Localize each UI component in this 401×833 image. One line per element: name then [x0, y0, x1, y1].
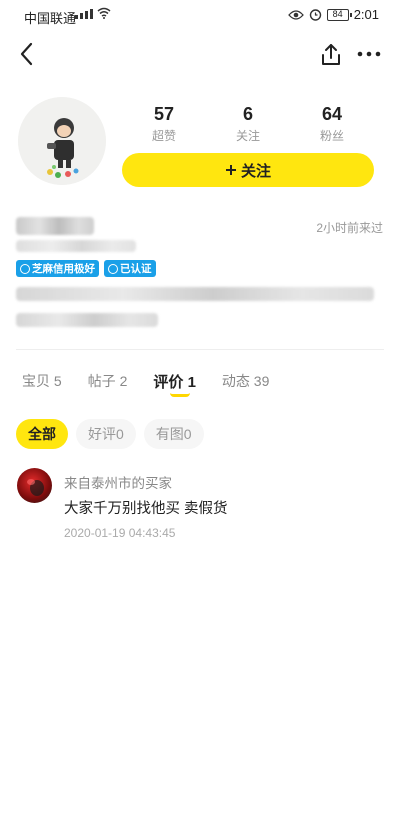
follow-label: 关注 [240, 162, 271, 180]
share-icon[interactable] [319, 42, 343, 68]
verified-badge[interactable]: 已认证 [104, 260, 156, 277]
badge-label: 芝麻信用极好 [32, 263, 95, 275]
reviewer-name: 来自泰州市的买家 [64, 476, 172, 491]
profile-avatar[interactable] [18, 97, 106, 185]
battery-icon: 84 [326, 8, 352, 21]
reviewer-avatar-image [27, 479, 44, 496]
eye-icon [287, 9, 304, 20]
status-bar: 中国联通 84 2:01 [0, 0, 401, 30]
credit-badges: 芝麻信用极好 已认证 [16, 260, 156, 277]
profile-stats: 57 超赞 6 关注 64 粉丝 [122, 104, 374, 144]
stat-likes[interactable]: 57 超赞 [122, 104, 206, 144]
more-options-icon[interactable] [355, 44, 383, 64]
stat-value: 57 [153, 104, 175, 124]
reviewer-avatar[interactable] [17, 468, 52, 503]
content-tabs: 宝贝 5 帖子 2 评价 1 动态 39 [22, 371, 269, 392]
username-blurred [16, 217, 94, 235]
bio-line-1-blurred [16, 287, 374, 301]
review-text: 大家千万别找他买 卖假货 [64, 501, 228, 517]
tab-posts[interactable]: 帖子 2 [88, 371, 128, 392]
section-divider [16, 349, 384, 350]
tab-items[interactable]: 宝贝 5 [22, 371, 62, 392]
sesame-credit-badge[interactable]: 芝麻信用极好 [16, 260, 99, 277]
user-id-blurred [16, 240, 136, 252]
stat-followers[interactable]: 64 粉丝 [290, 104, 374, 144]
stat-value: 64 [321, 104, 343, 124]
filter-with-photos[interactable]: 有图0 [143, 419, 204, 449]
tab-reviews[interactable]: 评价 1 [153, 371, 196, 392]
signal-icon [75, 9, 93, 19]
plus-icon [225, 165, 236, 175]
filter-all[interactable]: 全部 [16, 419, 68, 449]
alarm-icon [309, 9, 321, 21]
review-timestamp: 2020-01-19 04:43:45 [64, 526, 176, 540]
stat-value: 6 [242, 104, 253, 124]
last-seen-text: 2小时前来过 [316, 221, 383, 235]
carrier-name: 中国联通 [24, 11, 77, 26]
avatar-illustration [18, 97, 106, 185]
stat-label: 超赞 [151, 129, 176, 143]
badge-label: 已认证 [120, 263, 152, 275]
bio-line-2-blurred [16, 313, 158, 327]
filter-positive[interactable]: 好评0 [76, 419, 136, 449]
follow-button[interactable]: 关注 [122, 153, 374, 187]
stat-label: 关注 [235, 129, 260, 143]
verified-icon [108, 263, 118, 274]
active-tab-indicator [170, 393, 190, 397]
top-nav [0, 40, 401, 70]
wifi-icon [97, 7, 111, 19]
sesame-credit-icon [20, 263, 30, 274]
stat-label: 粉丝 [319, 129, 344, 143]
stat-following[interactable]: 6 关注 [206, 104, 290, 144]
tab-activity[interactable]: 动态 39 [222, 371, 269, 392]
back-arrow-icon[interactable] [16, 40, 40, 68]
clock: 2:01 [353, 7, 379, 22]
review-filters: 全部 好评0 有图0 [16, 419, 204, 449]
